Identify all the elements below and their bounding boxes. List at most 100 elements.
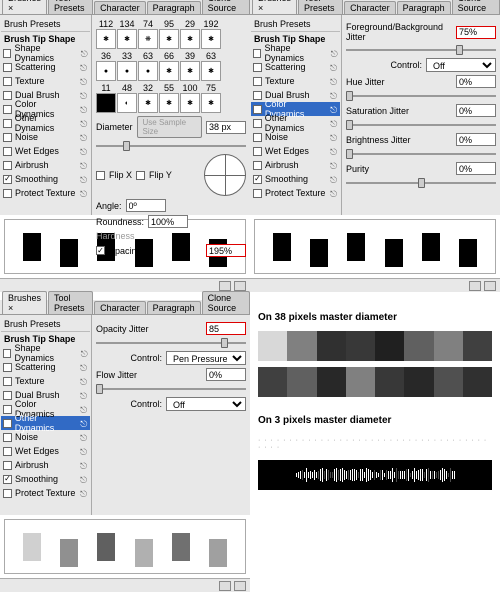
tab-brushes[interactable]: Brushes × — [2, 291, 47, 314]
tab-tool-presets[interactable]: Tool Presets — [48, 0, 93, 14]
checkbox[interactable] — [3, 377, 12, 386]
checkbox[interactable] — [3, 63, 12, 72]
checkbox[interactable] — [253, 133, 262, 142]
checkbox[interactable] — [253, 91, 262, 100]
hue-input[interactable] — [456, 75, 496, 88]
pur-input[interactable] — [456, 162, 496, 175]
sidebar-item-protect-texture[interactable]: Protect Texture⎋ — [1, 486, 90, 500]
checkbox[interactable] — [3, 189, 12, 198]
tab-character[interactable]: Character — [94, 301, 146, 314]
opacity-input[interactable] — [206, 322, 246, 335]
checkbox[interactable]: ✓ — [3, 175, 12, 184]
brush-swatch[interactable]: ● — [117, 61, 137, 81]
sidebar-item-wet-edges[interactable]: Wet Edges⎋ — [251, 144, 340, 158]
checkbox[interactable] — [3, 461, 12, 470]
diameter-slider[interactable] — [96, 141, 246, 151]
sidebar-item-shape-dynamics[interactable]: Shape Dynamics⎋ — [1, 46, 90, 60]
flow-input[interactable] — [206, 368, 246, 381]
sidebar-item-texture[interactable]: Texture⎋ — [251, 74, 340, 88]
flow-slider[interactable] — [96, 384, 246, 394]
control-select[interactable]: Off — [426, 58, 496, 72]
brush-swatch[interactable]: ❋ — [138, 29, 158, 49]
checkbox[interactable]: ✓ — [253, 175, 262, 184]
sidebar-item-wet-edges[interactable]: Wet Edges⎋ — [1, 144, 90, 158]
checkbox[interactable] — [3, 405, 12, 414]
swatches-2[interactable]: ●●●✱✱✱ — [96, 61, 246, 81]
tab-character[interactable]: Character — [94, 1, 146, 14]
checkbox[interactable] — [253, 189, 262, 198]
angle-input[interactable] — [126, 199, 166, 212]
checkbox[interactable] — [253, 119, 262, 128]
control2-select[interactable]: Off — [166, 397, 246, 411]
tab-paragraph[interactable]: Paragraph — [147, 301, 201, 314]
bri-input[interactable] — [456, 133, 496, 146]
sidebar-item-texture[interactable]: Texture⎋ — [1, 374, 90, 388]
checkbox[interactable] — [253, 147, 262, 156]
checkbox[interactable] — [3, 447, 12, 456]
spacing-checkbox[interactable]: ✓ — [96, 246, 105, 255]
tab-clone-source[interactable]: Clone Source — [202, 0, 250, 14]
fgbg-jitter-input[interactable] — [456, 26, 496, 39]
sidebar-item-protect-texture[interactable]: Protect Texture⎋ — [251, 186, 340, 200]
sidebar-item-airbrush[interactable]: Airbrush⎋ — [1, 158, 90, 172]
use-sample-size-button[interactable]: Use Sample Size — [137, 116, 202, 138]
brush-presets-header[interactable]: Brush Presets — [1, 17, 90, 32]
checkbox[interactable] — [3, 161, 12, 170]
sidebar-item-texture[interactable]: Texture⎋ — [1, 74, 90, 88]
flipx-checkbox[interactable] — [96, 171, 105, 180]
tab-character[interactable]: Character — [344, 1, 396, 14]
brush-swatch[interactable]: ✱ — [180, 93, 200, 113]
sidebar-item-smoothing[interactable]: ✓Smoothing⎋ — [1, 472, 90, 486]
checkbox[interactable] — [3, 119, 12, 128]
checkbox[interactable] — [3, 105, 12, 114]
brush-swatch[interactable]: ✱ — [201, 61, 221, 81]
sidebar-item-wet-edges[interactable]: Wet Edges⎋ — [1, 444, 90, 458]
brush-swatch[interactable]: ✱ — [180, 61, 200, 81]
tab-brushes[interactable]: Brushes × — [252, 0, 297, 14]
checkbox[interactable] — [3, 419, 12, 428]
sidebar-item-smoothing[interactable]: ✓Smoothing⎋ — [1, 172, 90, 186]
hue-slider[interactable] — [346, 91, 496, 101]
checkbox[interactable] — [3, 133, 12, 142]
trash-icon[interactable] — [234, 281, 246, 291]
brush-swatch[interactable]: ✱ — [201, 93, 221, 113]
checkbox[interactable] — [3, 147, 12, 156]
fgbg-slider[interactable] — [346, 45, 496, 55]
tab-paragraph[interactable]: Paragraph — [147, 1, 201, 14]
tab-paragraph[interactable]: Paragraph — [397, 1, 451, 14]
pur-slider[interactable] — [346, 178, 496, 188]
sidebar-item-other-dynamics[interactable]: Other Dynamics⎋ — [1, 416, 90, 430]
checkbox[interactable] — [253, 77, 262, 86]
swatches-1[interactable]: ✱✱❋✱✱✱ — [96, 29, 246, 49]
checkbox[interactable] — [3, 489, 12, 498]
checkbox[interactable] — [3, 349, 11, 358]
brush-swatch[interactable]: ✱ — [159, 61, 179, 81]
sidebar-item-shape-dynamics[interactable]: Shape Dynamics⎋ — [1, 346, 90, 360]
opacity-slider[interactable] — [96, 338, 246, 348]
brush-swatch[interactable]: ✱ — [159, 93, 179, 113]
sidebar-item-protect-texture[interactable]: Protect Texture⎋ — [1, 186, 90, 200]
angle-compass[interactable] — [204, 154, 246, 196]
tab-clone-source[interactable]: Clone Source — [202, 291, 250, 314]
spacing-input[interactable] — [206, 244, 246, 257]
sidebar-item-other-dynamics[interactable]: Other Dynamics⎋ — [251, 116, 340, 130]
checkbox[interactable] — [3, 49, 11, 58]
checkbox[interactable] — [3, 363, 12, 372]
sidebar-item-airbrush[interactable]: Airbrush⎋ — [1, 458, 90, 472]
swatches-3[interactable]: ◐✱✱✱✱ — [96, 93, 246, 113]
checkbox[interactable] — [3, 91, 12, 100]
sidebar-item-shape-dynamics[interactable]: Shape Dynamics⎋ — [251, 46, 340, 60]
brush-swatch[interactable]: ✱ — [138, 93, 158, 113]
sidebar-item-airbrush[interactable]: Airbrush⎋ — [251, 158, 340, 172]
brush-swatch[interactable]: ◐ — [117, 93, 137, 113]
checkbox[interactable] — [253, 63, 262, 72]
sidebar-item-smoothing[interactable]: ✓Smoothing⎋ — [251, 172, 340, 186]
checkbox[interactable] — [3, 391, 12, 400]
sat-input[interactable] — [456, 104, 496, 117]
brush-swatch[interactable] — [96, 93, 116, 113]
sidebar-item-other-dynamics[interactable]: Other Dynamics⎋ — [1, 116, 90, 130]
checkbox[interactable]: ✓ — [3, 475, 12, 484]
checkbox[interactable] — [253, 49, 261, 58]
tab-tool-presets[interactable]: Tool Presets — [298, 0, 343, 14]
flipy-checkbox[interactable] — [136, 171, 145, 180]
